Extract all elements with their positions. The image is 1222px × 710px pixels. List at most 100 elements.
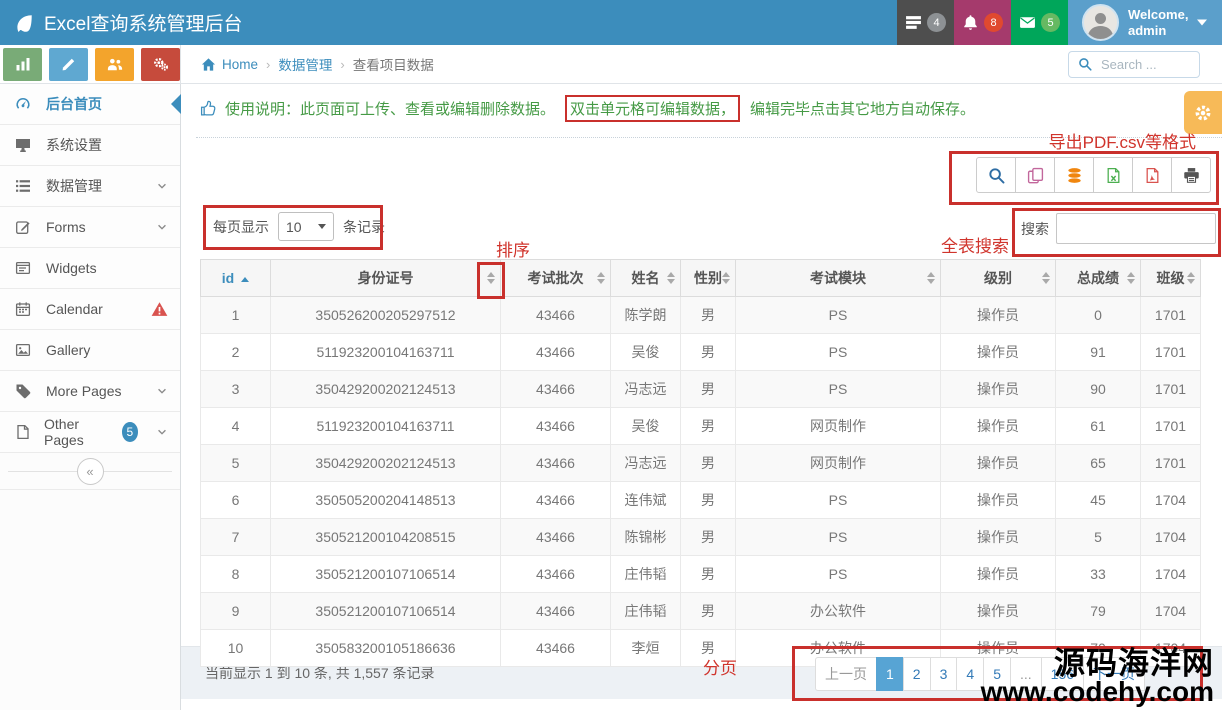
- table-cell[interactable]: 10: [201, 630, 271, 667]
- table-cell[interactable]: 操作员: [941, 556, 1056, 593]
- table-search-input[interactable]: [1056, 213, 1216, 244]
- table-cell[interactable]: 操作员: [941, 297, 1056, 334]
- table-cell[interactable]: 吴俊: [611, 408, 681, 445]
- table-cell[interactable]: 网页制作: [736, 408, 941, 445]
- sidebar-item-data-management[interactable]: 数据管理: [0, 166, 180, 207]
- table-cell[interactable]: 1704: [1141, 593, 1201, 630]
- sidebar-item-system-settings[interactable]: 系统设置: [0, 125, 180, 166]
- tasks-menu-button[interactable]: 4: [897, 0, 954, 45]
- table-cell[interactable]: 冯志远: [611, 445, 681, 482]
- table-cell[interactable]: 吴俊: [611, 334, 681, 371]
- table-cell[interactable]: 男: [681, 334, 736, 371]
- page-button-2[interactable]: 2: [903, 657, 931, 691]
- bar-chart-quick-button[interactable]: [3, 48, 42, 81]
- table-cell[interactable]: 43466: [501, 482, 611, 519]
- table-cell[interactable]: 350526200205297512: [271, 297, 501, 334]
- table-cell[interactable]: PS: [736, 482, 941, 519]
- pdf-file-export-button[interactable]: [1132, 157, 1172, 193]
- table-cell[interactable]: 庄伟韬: [611, 593, 681, 630]
- column-header[interactable]: 考试批次: [501, 260, 611, 297]
- printer-export-button[interactable]: [1171, 157, 1211, 193]
- sidebar-item-calendar[interactable]: Calendar: [0, 289, 180, 330]
- table-cell[interactable]: 男: [681, 408, 736, 445]
- breadcrumb-item-data-management[interactable]: 数据管理: [278, 54, 332, 74]
- page-button-上一页[interactable]: 上一页: [815, 657, 877, 691]
- table-cell[interactable]: 庄伟韬: [611, 556, 681, 593]
- table-cell[interactable]: 350521200107106514: [271, 593, 501, 630]
- table-cell[interactable]: 33: [1056, 556, 1141, 593]
- table-cell[interactable]: 1701: [1141, 297, 1201, 334]
- table-cell[interactable]: 男: [681, 371, 736, 408]
- sidebar-item-forms[interactable]: Forms: [0, 207, 180, 248]
- table-cell[interactable]: 男: [681, 556, 736, 593]
- table-cell[interactable]: PS: [736, 556, 941, 593]
- gears-quick-button[interactable]: [141, 48, 180, 81]
- sidebar-item-more-pages[interactable]: More Pages: [0, 371, 180, 412]
- column-header[interactable]: 身份证号: [271, 260, 501, 297]
- table-cell[interactable]: 男: [681, 445, 736, 482]
- table-cell[interactable]: 1701: [1141, 408, 1201, 445]
- table-cell[interactable]: 43466: [501, 297, 611, 334]
- table-cell[interactable]: 8: [201, 556, 271, 593]
- page-button-1[interactable]: 1: [876, 657, 904, 691]
- table-cell[interactable]: 43466: [501, 334, 611, 371]
- table-cell[interactable]: 男: [681, 593, 736, 630]
- table-cell[interactable]: 45: [1056, 482, 1141, 519]
- global-search-input[interactable]: [1099, 56, 1190, 73]
- column-header[interactable]: 姓名: [611, 260, 681, 297]
- table-cell[interactable]: 1701: [1141, 371, 1201, 408]
- table-cell[interactable]: 男: [681, 482, 736, 519]
- table-cell[interactable]: 办公软件: [736, 593, 941, 630]
- table-cell[interactable]: 1701: [1141, 334, 1201, 371]
- column-header[interactable]: 班级: [1141, 260, 1201, 297]
- table-cell[interactable]: 操作员: [941, 593, 1056, 630]
- page-button-5[interactable]: 5: [983, 657, 1011, 691]
- table-cell[interactable]: PS: [736, 334, 941, 371]
- table-cell[interactable]: 9: [201, 593, 271, 630]
- table-cell[interactable]: PS: [736, 297, 941, 334]
- table-cell[interactable]: 1: [201, 297, 271, 334]
- table-cell[interactable]: 43466: [501, 371, 611, 408]
- page-button-下一页[interactable]: 下一页: [1083, 657, 1145, 691]
- breadcrumb-home[interactable]: Home: [201, 57, 258, 72]
- table-cell[interactable]: PS: [736, 371, 941, 408]
- database-export-button[interactable]: [1054, 157, 1094, 193]
- table-cell[interactable]: 0: [1056, 297, 1141, 334]
- collapse-sidebar-button[interactable]: «: [77, 458, 104, 485]
- table-cell[interactable]: 5: [201, 445, 271, 482]
- table-cell[interactable]: 350429200202124513: [271, 371, 501, 408]
- table-cell[interactable]: 350505200204148513: [271, 482, 501, 519]
- table-cell[interactable]: 511923200104163711: [271, 408, 501, 445]
- table-cell[interactable]: 6: [201, 482, 271, 519]
- table-cell[interactable]: 网页制作: [736, 445, 941, 482]
- table-cell[interactable]: 李烜: [611, 630, 681, 667]
- table-cell[interactable]: 操作员: [941, 334, 1056, 371]
- table-cell[interactable]: 1704: [1141, 556, 1201, 593]
- table-cell[interactable]: 7: [201, 519, 271, 556]
- table-cell[interactable]: 男: [681, 297, 736, 334]
- table-cell[interactable]: 43466: [501, 445, 611, 482]
- pencil-quick-button[interactable]: [49, 48, 88, 81]
- table-cell[interactable]: 操作员: [941, 371, 1056, 408]
- table-cell[interactable]: 511923200104163711: [271, 334, 501, 371]
- table-cell[interactable]: 男: [681, 519, 736, 556]
- table-cell[interactable]: 操作员: [941, 408, 1056, 445]
- sidebar-item-widgets[interactable]: Widgets: [0, 248, 180, 289]
- user-menu[interactable]: Welcome,admin: [1068, 0, 1222, 45]
- table-cell[interactable]: 3: [201, 371, 271, 408]
- sidebar-item-other-pages[interactable]: Other Pages5: [0, 412, 180, 453]
- table-cell[interactable]: 冯志远: [611, 371, 681, 408]
- page-button-4[interactable]: 4: [956, 657, 984, 691]
- table-cell[interactable]: 操作员: [941, 445, 1056, 482]
- envelope-menu-button[interactable]: 5: [1011, 0, 1068, 45]
- table-cell[interactable]: 43466: [501, 519, 611, 556]
- sidebar-item-dashboard[interactable]: 后台首页: [0, 84, 180, 125]
- table-cell[interactable]: PS: [736, 519, 941, 556]
- magnifier-export-button[interactable]: [976, 157, 1016, 193]
- excel-file-export-button[interactable]: [1093, 157, 1133, 193]
- column-header[interactable]: 考试模块: [736, 260, 941, 297]
- table-cell[interactable]: 90: [1056, 371, 1141, 408]
- users-quick-button[interactable]: [95, 48, 134, 81]
- table-cell[interactable]: 4: [201, 408, 271, 445]
- bell-menu-button[interactable]: 8: [954, 0, 1011, 45]
